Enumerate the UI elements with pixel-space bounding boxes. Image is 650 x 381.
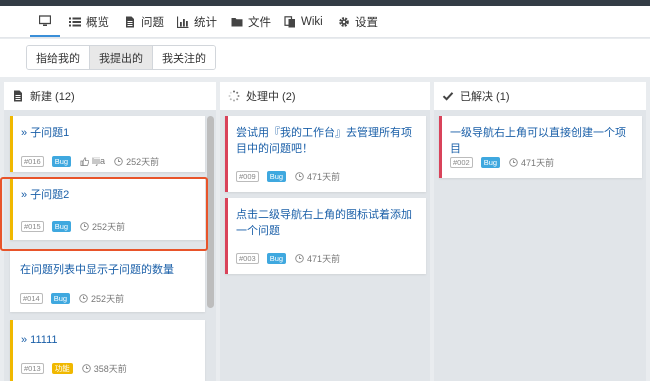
issue-card[interactable]: 在问题列表中显示子问题的数量 #014 Bug 252天前 [10, 250, 205, 312]
issue-type-badge: Bug [266, 252, 287, 264]
issue-age: 252天前 [91, 293, 125, 304]
nav-label: 问题 [141, 16, 164, 29]
issue-id: #003 [236, 252, 259, 264]
issue-title[interactable]: 点击二级导航右上角的图标试着添加一个问题 [236, 207, 416, 239]
issue-card[interactable]: » 子问题1 #016 Bug lijia 252天前 [10, 116, 205, 172]
nav-item-overview[interactable]: 概览 [69, 6, 109, 37]
nav-label: 概览 [86, 16, 109, 29]
document-icon [12, 90, 24, 102]
project-nav-bar: 概览 问题 统计 文件 Wiki 设置 [0, 6, 650, 38]
issue-type-badge: 功能 [51, 362, 73, 374]
issue-id: #013 [21, 362, 44, 374]
issue-card[interactable]: 尝试用『我的工作台』去管理所有项目中的问题吧！ #009 Bug 471天前 [225, 116, 426, 192]
column-scrollbar[interactable] [207, 116, 214, 308]
clock-icon [295, 253, 304, 263]
issue-meta: #002 Bug 471天前 [450, 156, 554, 168]
issue-meta: #013 功能 358天前 [21, 362, 127, 374]
issue-meta: #016 Bug lijia 252天前 [21, 155, 159, 167]
issue-age: 252天前 [126, 156, 160, 167]
column-header: 已解决 (1) [434, 82, 646, 110]
filter-created-by-me[interactable]: 我提出的 [90, 46, 153, 69]
folder-icon [231, 16, 243, 28]
issue-time: 471天前 [295, 252, 340, 265]
issue-id: #002 [450, 156, 473, 168]
issue-time: 358天前 [81, 362, 127, 375]
column-title: 已解决 (1) [460, 91, 510, 103]
issue-time: 252天前 [114, 155, 159, 168]
issue-title[interactable]: 在问题列表中显示子问题的数量 [20, 262, 195, 278]
issue-type-badge: Bug [480, 156, 501, 168]
issue-title[interactable]: 尝试用『我的工作台』去管理所有项目中的问题吧！ [236, 125, 416, 157]
highlight-annotation [0, 177, 208, 251]
issue-meta: #003 Bug 471天前 [236, 252, 340, 264]
filter-following[interactable]: 我关注的 [153, 46, 215, 69]
issue-type-badge: Bug [266, 170, 287, 182]
spinner-icon [228, 90, 240, 102]
issue-user: lijia [80, 156, 105, 166]
issue-user-name: lijia [92, 156, 106, 166]
clock-icon [114, 156, 123, 166]
issue-age: 471天前 [307, 253, 341, 264]
filter-assigned-to-me[interactable]: 指给我的 [27, 46, 90, 69]
nav-item-desktop[interactable] [30, 6, 60, 37]
desktop-icon [39, 14, 51, 27]
filter-bar: 指给我的 我提出的 我关注的 [0, 39, 650, 77]
issue-age: 471天前 [521, 157, 555, 168]
column-title: 新建 (12) [30, 91, 75, 103]
list-icon [69, 16, 81, 28]
nav-item-wiki[interactable]: Wiki [284, 6, 323, 37]
issue-age: 471天前 [307, 171, 341, 182]
issue-card[interactable]: 一级导航右上角可以直接创建一个项目 #002 Bug 471天前 [439, 116, 642, 178]
issue-card[interactable]: 点击二级导航右上角的图标试着添加一个问题 #003 Bug 471天前 [225, 198, 426, 274]
gear-icon [338, 16, 350, 28]
issue-title[interactable]: » 11111 [21, 332, 195, 348]
issue-meta: #014 Bug 252天前 [20, 292, 124, 304]
document-icon [124, 16, 136, 28]
wiki-icon [284, 15, 296, 28]
issue-time: 471天前 [509, 156, 554, 169]
thumb-icon [80, 156, 90, 166]
column-header: 处理中 (2) [220, 82, 430, 110]
issue-type-badge: Bug [50, 292, 71, 304]
issue-type-badge: Bug [51, 155, 72, 167]
issue-id: #016 [21, 155, 44, 167]
issue-title[interactable]: 一级导航右上角可以直接创建一个项目 [450, 125, 632, 157]
nav-label: 文件 [248, 16, 271, 29]
clock-icon [509, 157, 518, 167]
issue-meta: #009 Bug 471天前 [236, 170, 340, 182]
issue-time: 471天前 [295, 170, 340, 183]
nav-label: 设置 [355, 16, 378, 29]
nav-item-stats[interactable]: 统计 [177, 6, 217, 37]
clock-icon [81, 363, 91, 373]
check-icon [442, 90, 454, 102]
nav-label: 统计 [194, 16, 217, 29]
column-title: 处理中 (2) [246, 91, 296, 103]
filter-segmented-control: 指给我的 我提出的 我关注的 [26, 45, 216, 70]
issue-id: #014 [20, 292, 43, 304]
issue-id: #009 [236, 170, 259, 182]
clock-icon [79, 293, 88, 303]
issue-title[interactable]: » 子问题1 [21, 125, 195, 141]
nav-label: Wiki [301, 15, 323, 28]
column-header: 新建 (12) [4, 82, 216, 110]
nav-item-settings[interactable]: 设置 [338, 6, 378, 37]
issue-time: 252天前 [79, 292, 124, 305]
issue-card[interactable]: » 11111 #013 功能 358天前 [10, 320, 205, 381]
issue-age: 358天前 [93, 363, 127, 374]
column-in-progress: 处理中 (2) 尝试用『我的工作台』去管理所有项目中的问题吧！ #009 Bug… [220, 82, 430, 381]
nav-item-files[interactable]: 文件 [231, 6, 271, 37]
nav-item-issues[interactable]: 问题 [124, 6, 164, 37]
clock-icon [295, 171, 304, 181]
column-resolved: 已解决 (1) 一级导航右上角可以直接创建一个项目 #002 Bug 471天前 [434, 82, 646, 381]
bar-chart-icon [177, 16, 189, 28]
